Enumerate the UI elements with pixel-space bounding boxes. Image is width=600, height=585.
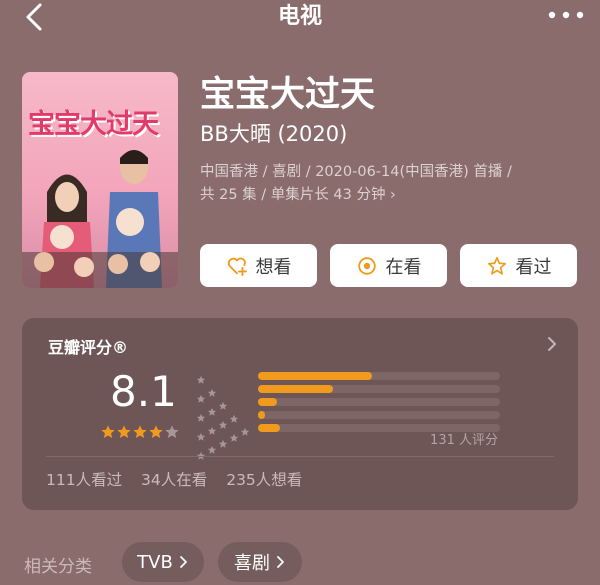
- rating-bar-fill: [258, 411, 265, 419]
- rating-bar-fill: [258, 372, 372, 380]
- meta-line-2: 共 25 集 / 单集片长 43 分钟 ›: [200, 187, 396, 203]
- nav-bar: 电视: [0, 0, 600, 34]
- rating-bar-fill: [258, 424, 280, 432]
- rating-bar-track: [258, 385, 500, 393]
- watching-count[interactable]: 34人在看: [141, 471, 207, 489]
- star-icon: [207, 388, 217, 397]
- watching-button[interactable]: 在看: [330, 244, 447, 287]
- star-empty-icon: [165, 425, 179, 438]
- meta-line-1: 中国香港 / 喜剧 / 2020-06-14(中国香港) 首播 /: [200, 164, 512, 180]
- star-icon: [240, 427, 250, 436]
- star-icon: [196, 432, 206, 441]
- chevron-right-icon[interactable]: [546, 336, 558, 352]
- rating-bar-fill: [258, 398, 277, 406]
- want-count[interactable]: 235人想看: [226, 471, 302, 489]
- rating-bar-track: [258, 398, 500, 406]
- rating-bar-fill: [258, 385, 333, 393]
- star-icon: [207, 407, 217, 416]
- star-icon: [218, 420, 228, 429]
- rating-stars: [100, 424, 180, 440]
- want-to-watch-button[interactable]: 想看: [200, 244, 317, 287]
- star-icon: [196, 394, 206, 403]
- poster-figures: [22, 150, 178, 288]
- star-filled-icon: [149, 425, 163, 438]
- row-stars: [206, 383, 217, 454]
- tag-label: 喜剧: [234, 553, 270, 574]
- tag-comedy[interactable]: 喜剧: [218, 542, 302, 582]
- star-outline-icon: [487, 256, 506, 275]
- rating-score: 8.1: [110, 367, 177, 416]
- page-title: 电视: [277, 4, 322, 29]
- star-icon: [207, 445, 217, 454]
- watching-label: 在看: [385, 256, 422, 278]
- watch-stats: 111人看过 34人在看 235人想看: [46, 468, 316, 490]
- show-title: 宝宝大过天: [200, 75, 376, 115]
- chevron-right-icon: [277, 556, 284, 568]
- more-icon[interactable]: [546, 4, 586, 26]
- rating-bar-track: [258, 411, 500, 419]
- star-filled-icon: [101, 425, 115, 438]
- tag-label: TVB: [137, 551, 173, 573]
- row-stars: [239, 422, 250, 436]
- want-to-watch-label: 想看: [255, 256, 292, 278]
- heart-plus-icon: [227, 257, 247, 276]
- watched-count[interactable]: 111人看过: [46, 471, 122, 489]
- rating-count: 131 人评分: [430, 433, 498, 448]
- star-icon: [218, 401, 228, 410]
- star-icon: [229, 414, 239, 423]
- star-icon: [207, 426, 217, 435]
- rating-bar-track: [258, 372, 500, 380]
- watched-button[interactable]: 看过: [460, 244, 577, 287]
- row-stars: [195, 370, 206, 460]
- star-icon: [196, 413, 206, 422]
- rating-source-label: 豆瓣评分®: [48, 338, 129, 357]
- show-original-title: BB大晒 (2020): [200, 122, 348, 146]
- divider: [46, 456, 554, 457]
- star-filled-icon: [133, 425, 147, 438]
- star-icon: [196, 375, 206, 384]
- watched-label: 看过: [515, 256, 552, 278]
- poster-image[interactable]: 宝宝大过天: [22, 72, 178, 288]
- tag-tvb[interactable]: TVB: [122, 542, 204, 582]
- related-categories-label: 相关分类: [24, 557, 92, 577]
- target-circle-icon: [357, 256, 376, 275]
- star-icon: [229, 433, 239, 442]
- star-icon: [218, 439, 228, 448]
- chevron-right-icon: [179, 556, 187, 568]
- rating-card[interactable]: 豆瓣评分® 8.1 131 人评分 111人看过 34人在看 235人想看: [22, 318, 578, 510]
- row-stars: [228, 409, 239, 442]
- row-stars: [217, 396, 228, 448]
- star-filled-icon: [117, 425, 131, 438]
- show-meta[interactable]: 中国香港 / 喜剧 / 2020-06-14(中国香港) 首播 / 共 25 集…: [200, 161, 570, 207]
